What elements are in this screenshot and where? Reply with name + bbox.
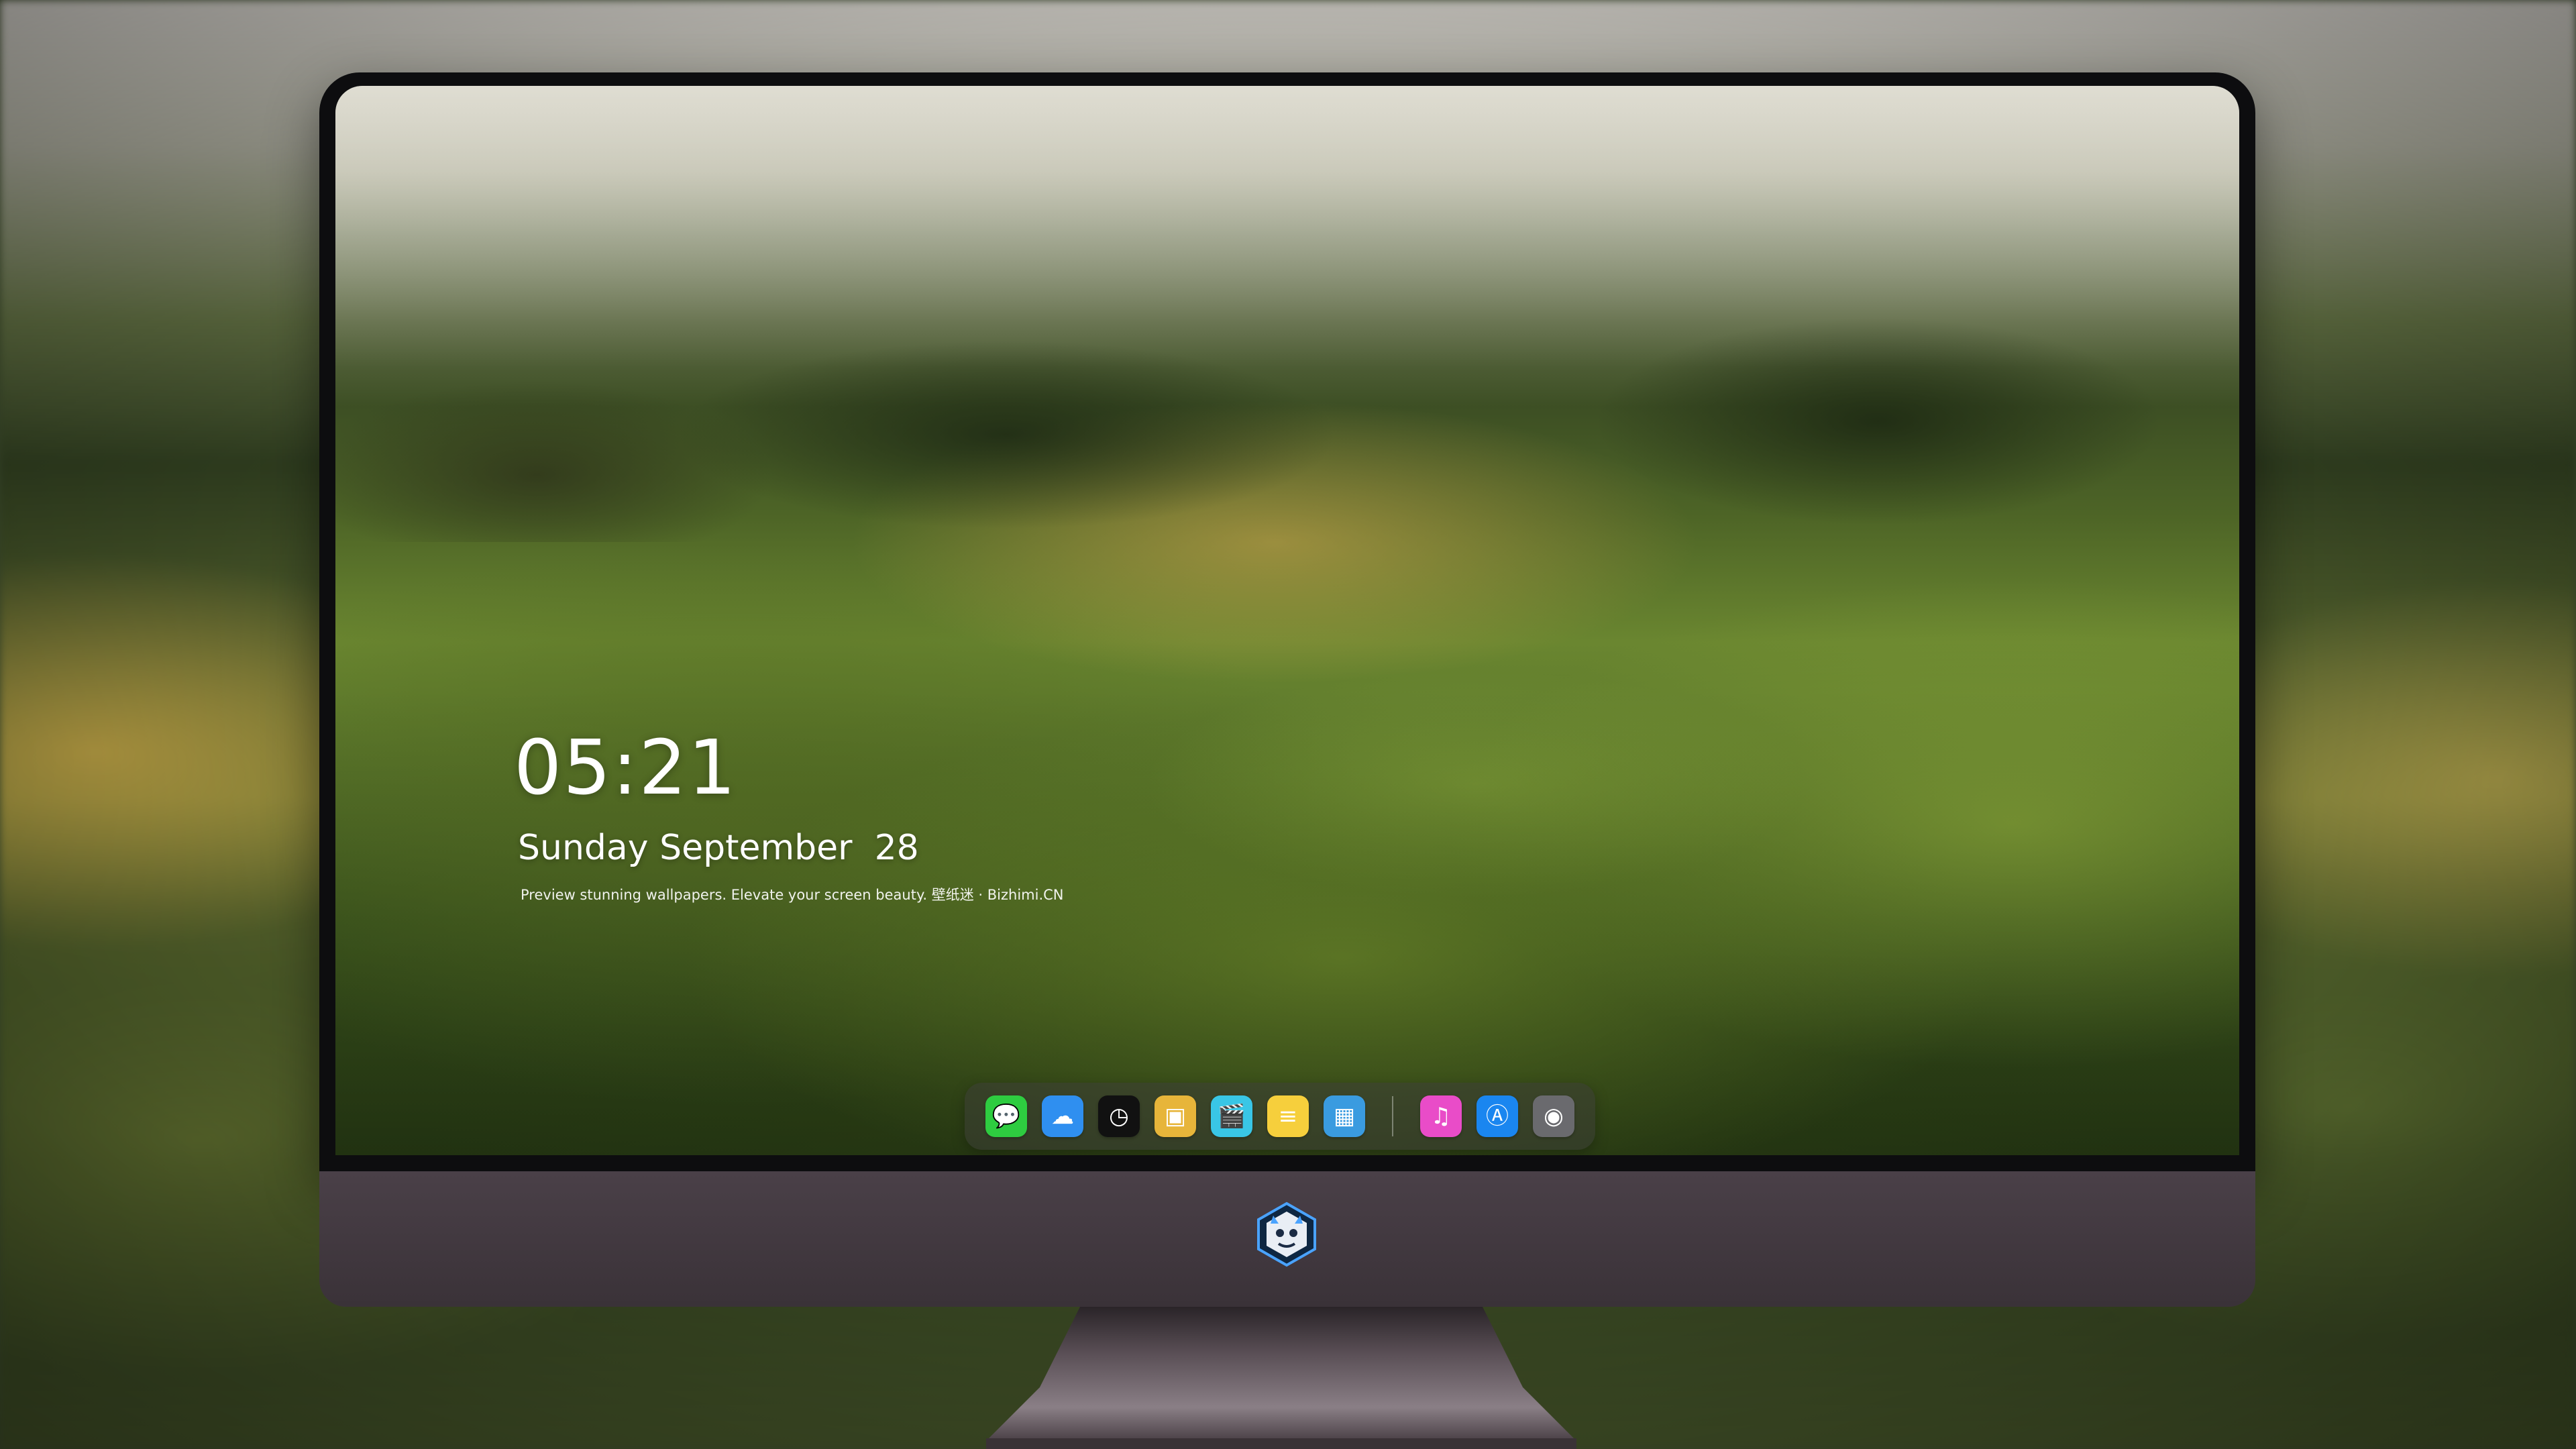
wallpaper-mist: [335, 86, 2239, 368]
lockscreen-date: Sunday September 28: [518, 828, 919, 868]
weather-icon[interactable]: ☁: [1042, 1095, 1083, 1137]
desktop-screen: 05:21 Sunday September 28 Preview stunni…: [335, 86, 2239, 1155]
messages-icon[interactable]: 💬: [985, 1095, 1027, 1137]
clock-icon[interactable]: ◷: [1098, 1095, 1140, 1137]
clips-icon[interactable]: 🎬: [1211, 1095, 1252, 1137]
brand-logo-icon: [1257, 1201, 1316, 1267]
music-icon[interactable]: ♫: [1420, 1095, 1462, 1137]
preview-icon[interactable]: ▣: [1155, 1095, 1196, 1137]
lockscreen-tagline: Preview stunning wallpapers. Elevate you…: [521, 887, 1064, 903]
notes-icon[interactable]: ≡: [1267, 1095, 1309, 1137]
photo-booth-icon[interactable]: ▦: [1324, 1095, 1365, 1137]
dock: 💬 ☁ ◷ ▣ 🎬 ≡ ▦ ♫ Ⓐ ◉: [965, 1083, 1595, 1150]
monitor-stand: [986, 1307, 1576, 1449]
camera-icon[interactable]: ◉: [1533, 1095, 1574, 1137]
app-store-icon[interactable]: Ⓐ: [1477, 1095, 1518, 1137]
dock-separator: [1392, 1096, 1393, 1136]
lockscreen-time: 05:21: [514, 724, 737, 812]
